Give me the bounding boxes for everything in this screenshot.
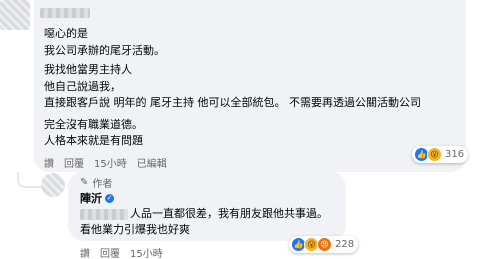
author-badge: ✎ 作者 <box>80 175 112 190</box>
main-comment-line-5: 直接跟客戶說 明年的 尾牙主持 他可以全部統包。 不需要再透過公關活動公司 <box>44 96 421 109</box>
main-comment-line-1: 噁心的是 <box>44 27 88 40</box>
author-avatar[interactable] <box>41 173 65 197</box>
main-comment-reactions[interactable]: 👍 😮 316 <box>412 146 469 163</box>
timestamp[interactable]: 15小時 <box>94 155 127 170</box>
author-badge-label: 作者 <box>92 179 113 190</box>
reply-actions: 讚 回覆 15小時 <box>80 245 163 259</box>
reaction-count: 316 <box>445 149 465 160</box>
reply-line-1: 人品一直都很差，我有朋友跟他共事過。 <box>130 207 328 220</box>
angry-reaction-icon: 😠 <box>317 237 332 252</box>
main-comment-line-6: 完全沒有職業道德。 <box>44 118 143 131</box>
reply-author[interactable]: 陣沂 ✓ <box>80 190 114 206</box>
wow-reaction-icon: 😮 <box>427 147 442 162</box>
main-comment-line-3: 我找他當男主持人 <box>44 63 132 76</box>
verified-badge-icon: ✓ <box>105 193 114 203</box>
reply-reactions[interactable]: 👍 😮 😠 228 <box>289 236 359 253</box>
mentioned-name-redacted[interactable] <box>80 209 128 220</box>
main-comment-line-2: 我公司承辦的尾牙活動。 <box>44 44 165 57</box>
main-comment-actions: 讚 回覆 15小時 已編輯 <box>44 155 167 170</box>
timestamp[interactable]: 15小時 <box>130 245 163 259</box>
reply-button[interactable]: 回覆 <box>100 245 120 259</box>
reply-button[interactable]: 回覆 <box>64 155 84 170</box>
pencil-icon: ✎ <box>80 177 89 188</box>
like-button[interactable]: 讚 <box>44 155 54 170</box>
main-comment-line-7: 人格本來就是有問題 <box>44 134 143 147</box>
author-name[interactable]: 陣沂 <box>80 190 102 206</box>
edited-label[interactable]: 已編輯 <box>137 155 167 170</box>
reply-line-2: 看他業力引爆我也好爽 <box>80 223 190 236</box>
commenter-avatar[interactable] <box>0 0 30 30</box>
thread-connector-line <box>17 172 41 188</box>
main-comment-line-4: 他自己說過我， <box>44 80 121 93</box>
comment-thread: 噁心的是 我公司承辦的尾牙活動。 我找他當男主持人 他自己說過我， 直接跟客戶說… <box>0 0 495 259</box>
commenter-name-redacted[interactable] <box>40 8 90 18</box>
like-button[interactable]: 讚 <box>80 245 90 259</box>
reaction-count: 228 <box>335 239 355 250</box>
